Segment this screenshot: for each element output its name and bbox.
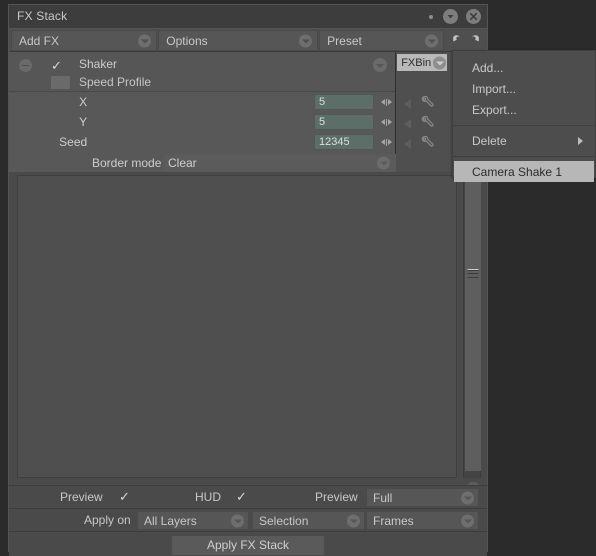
frames-dropdown[interactable]: Frames — [366, 511, 479, 530]
border-mode-value: Clear — [168, 156, 197, 170]
preview-options-row: Preview ✓ HUD ✓ Preview Full — [9, 485, 487, 508]
undo-icon[interactable] — [449, 32, 465, 48]
prev-keyframe-icon[interactable] — [404, 118, 412, 129]
menu-item-import[interactable]: Import... — [453, 78, 595, 99]
close-icon — [466, 9, 481, 24]
param-input-seed[interactable]: 12345 — [314, 134, 374, 150]
param-input-y[interactable]: 5 — [314, 114, 374, 130]
frames-value: Frames — [373, 513, 414, 528]
param-row-x: X 5 — [9, 93, 395, 112]
fx-entry-header: ✓ Shaker Speed Profile — [9, 52, 396, 92]
prev-keyframe-icon[interactable] — [404, 98, 412, 109]
wrench-icon[interactable] — [420, 94, 435, 114]
options-dropdown[interactable]: Options — [158, 30, 319, 51]
param-stepper-y[interactable] — [380, 117, 393, 127]
wrench-icon[interactable] — [420, 134, 435, 154]
fxbin-dropdown[interactable]: FXBin — [397, 54, 448, 71]
close-button[interactable] — [466, 9, 481, 24]
scrollbar-thumb[interactable] — [465, 175, 481, 471]
preview-checkmark-icon[interactable]: ✓ — [119, 489, 130, 505]
chevron-down-icon — [461, 491, 474, 504]
param-row-seed: Seed 12345 — [9, 133, 395, 152]
apply-fx-stack-button[interactable]: Apply FX Stack — [172, 535, 324, 555]
border-mode-label: Border mode — [92, 156, 162, 170]
keyframe-row-seed — [396, 134, 451, 153]
preview-quality-dropdown[interactable]: Full — [366, 488, 479, 507]
preview-label: Preview — [60, 490, 103, 504]
add-fx-label: Add FX — [19, 33, 60, 48]
preview-quality-label: Preview — [315, 490, 358, 504]
options-label: Options — [166, 33, 208, 48]
speed-profile-label: Speed Profile — [79, 75, 152, 89]
chevron-down-icon — [347, 514, 360, 527]
fx-entry-shaker: ✓ Shaker Speed Profile X 5 Y 5 Seed 1234… — [9, 52, 397, 174]
vertical-scrollbar[interactable] — [463, 175, 481, 478]
fx-enabled-checkmark-icon[interactable]: ✓ — [51, 59, 62, 72]
app-root: FX Stack Add FX Options Preset ✓ Shaker … — [0, 0, 596, 556]
preset-context-menu: Add... Import... Export... Delete Camera… — [452, 50, 596, 182]
chevron-down-icon — [433, 56, 447, 69]
preset-label: Preset — [327, 33, 362, 48]
remove-fx-button[interactable] — [19, 59, 32, 72]
param-label-y: Y — [79, 115, 88, 129]
scrollbar-grip-icon — [467, 269, 479, 278]
apply-on-layers-value: All Layers — [144, 513, 197, 528]
chevron-down-icon — [231, 514, 244, 527]
keyframe-row-y — [396, 114, 451, 133]
menu-item-add[interactable]: Add... — [453, 57, 595, 78]
redo-icon[interactable] — [467, 32, 483, 48]
menu-separator — [453, 125, 595, 126]
apply-on-label: Apply on — [84, 513, 131, 527]
add-fx-dropdown[interactable]: Add FX — [11, 30, 158, 51]
minimize-button[interactable] — [443, 9, 458, 24]
preset-dropdown[interactable]: Preset — [319, 30, 444, 51]
menu-item-export[interactable]: Export... — [453, 99, 595, 120]
prev-keyframe-icon[interactable] — [404, 138, 412, 149]
hud-checkmark-icon[interactable]: ✓ — [236, 489, 247, 505]
param-stepper-seed[interactable] — [380, 137, 393, 147]
undo-redo-group — [445, 29, 487, 51]
chevron-down-icon — [461, 514, 474, 527]
wrench-icon[interactable] — [420, 114, 435, 134]
apply-button-row: Apply FX Stack — [9, 531, 487, 556]
chevron-down-icon — [138, 34, 152, 47]
apply-on-layers-dropdown[interactable]: All Layers — [137, 511, 249, 530]
param-stepper-x[interactable] — [380, 97, 393, 107]
chevron-down-icon — [377, 156, 390, 170]
window-controls — [429, 9, 481, 24]
param-label-seed: Seed — [59, 135, 88, 149]
selection-dropdown[interactable]: Selection — [252, 511, 365, 530]
apply-on-row: Apply on All Layers Selection Frames — [9, 508, 487, 531]
keyframe-row-x — [396, 94, 451, 113]
menu-item-delete-label: Delete — [472, 133, 507, 148]
preview-quality-value: Full — [373, 490, 393, 505]
param-row-y: Y 5 — [9, 113, 395, 132]
fx-collapse-chevron-down-icon[interactable] — [373, 58, 388, 72]
speed-profile-swatch[interactable] — [51, 76, 70, 89]
param-label-x: X — [79, 95, 88, 109]
border-mode-row: Border mode Clear — [9, 154, 396, 174]
dot-indicator-icon — [429, 14, 433, 19]
fx-name-label: Shaker — [79, 57, 118, 71]
chevron-down-icon — [425, 34, 438, 47]
fx-stack-list: ✓ Shaker Speed Profile X 5 Y 5 Seed 1234… — [9, 52, 487, 172]
menu-item-delete[interactable]: Delete — [453, 130, 595, 151]
fx-stack-canvas[interactable] — [17, 175, 457, 478]
border-mode-dropdown[interactable]: Clear — [164, 154, 396, 172]
menu-item-camera-shake-1[interactable]: Camera Shake 1 — [454, 161, 594, 182]
window-titlebar: FX Stack — [9, 5, 487, 29]
fx-parameters: X 5 Y 5 Seed 12345 Border mode Clear — [9, 93, 396, 174]
fx-stack-canvas-area — [9, 172, 487, 497]
fx-toolbar: Add FX Options Preset — [9, 29, 487, 52]
window-title: FX Stack — [17, 9, 68, 23]
chevron-right-icon — [578, 136, 583, 145]
fx-stack-window: FX Stack Add FX Options Preset ✓ Shaker … — [8, 4, 488, 556]
chevron-down-icon — [443, 9, 458, 24]
param-input-x[interactable]: 5 — [314, 94, 374, 110]
chevron-down-icon — [299, 34, 313, 47]
menu-separator — [453, 156, 595, 157]
hud-label: HUD — [195, 490, 221, 504]
selection-value: Selection — [259, 513, 309, 528]
fxbin-label: FXBin — [401, 56, 432, 69]
